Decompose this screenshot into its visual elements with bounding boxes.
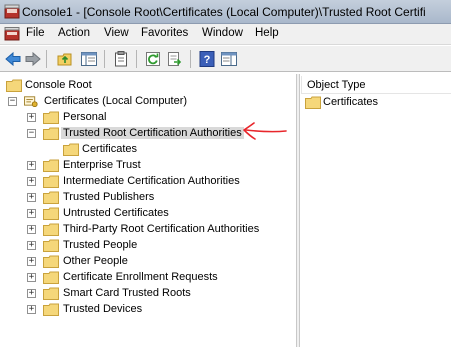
expand-toggle[interactable]: + — [27, 289, 36, 298]
menu-file[interactable]: File — [26, 27, 45, 39]
column-header-label: Object Type — [307, 79, 366, 91]
column-header-object-type[interactable]: Object Type — [301, 76, 451, 94]
folder-icon — [43, 223, 59, 236]
certificate-snapin-icon — [24, 96, 38, 107]
folder-icon — [43, 191, 59, 204]
folder-icon — [43, 111, 59, 124]
expand-toggle[interactable]: + — [27, 193, 36, 202]
expand-toggle[interactable]: + — [27, 241, 36, 250]
tree-label: Trusted People — [63, 239, 138, 251]
expand-toggle[interactable]: + — [27, 113, 36, 122]
expand-toggle[interactable]: + — [27, 305, 36, 314]
tree-label: Certificates (Local Computer) — [44, 95, 188, 107]
menu-help[interactable]: Help — [255, 27, 279, 39]
window-title: Console1 - [Console Root\Certificates (L… — [22, 5, 426, 19]
folder-icon — [43, 207, 59, 220]
expand-toggle[interactable]: + — [27, 209, 36, 218]
console-tree-pane[interactable]: Console Root − Certificates (Local Compu… — [0, 74, 297, 347]
export-list-icon[interactable] — [166, 50, 184, 68]
pane-splitter[interactable] — [297, 74, 300, 347]
annotation-arrow-icon — [243, 122, 287, 140]
clipboard-icon[interactable] — [112, 50, 130, 68]
folder-icon — [43, 127, 59, 140]
folder-icon — [43, 159, 59, 172]
tree-label: Trusted Devices — [63, 303, 143, 315]
folder-icon — [43, 303, 59, 316]
expand-toggle[interactable]: + — [27, 225, 36, 234]
console-window-icon[interactable] — [4, 27, 20, 41]
menu-favorites[interactable]: Favorites — [141, 27, 188, 39]
show-hide-tree-icon[interactable] — [80, 50, 98, 68]
tree-label: Certificates — [82, 143, 138, 155]
help-icon[interactable]: ? — [198, 50, 216, 68]
folder-icon — [43, 271, 59, 284]
folder-icon — [6, 79, 22, 92]
tree-label: Enterprise Trust — [63, 159, 141, 171]
up-folder-icon[interactable] — [56, 50, 74, 68]
tree-label: Untrusted Certificates — [63, 207, 169, 219]
menu-window[interactable]: Window — [202, 27, 243, 39]
folder-icon — [305, 96, 321, 109]
folder-icon — [43, 287, 59, 300]
folder-icon — [43, 175, 59, 188]
collapse-toggle[interactable]: − — [8, 97, 17, 106]
expand-toggle[interactable]: + — [27, 177, 36, 186]
title-bar[interactable]: Console1 - [Console Root\Certificates (L… — [0, 0, 451, 24]
tree-label: Intermediate Certification Authorities — [63, 175, 240, 187]
folder-icon — [43, 239, 59, 252]
expand-toggle[interactable]: + — [27, 257, 36, 266]
menu-bar: File Action View Favorites Window Help — [0, 24, 451, 45]
collapse-toggle[interactable]: − — [27, 129, 36, 138]
refresh-icon[interactable] — [144, 50, 162, 68]
details-pane[interactable] — [301, 74, 451, 347]
tree-label: Third-Party Root Certification Authoriti… — [63, 223, 260, 235]
menu-action[interactable]: Action — [58, 27, 90, 39]
folder-icon — [63, 143, 79, 156]
tree-label: Smart Card Trusted Roots — [63, 287, 191, 299]
expand-toggle[interactable]: + — [27, 273, 36, 282]
back-arrow-icon[interactable] — [4, 50, 22, 68]
mmc-app-icon — [4, 4, 20, 19]
tree-label: Trusted Root Certification Authorities — [61, 127, 244, 139]
tree-label: Trusted Publishers — [63, 191, 155, 203]
tree-label: Other People — [63, 255, 128, 267]
forward-arrow-icon[interactable] — [24, 50, 42, 68]
svg-text:?: ? — [204, 54, 211, 66]
menu-view[interactable]: View — [104, 27, 129, 39]
tree-label: Personal — [63, 111, 107, 123]
tree-label: Certificate Enrollment Requests — [63, 271, 218, 283]
action-pane-icon[interactable] — [220, 50, 238, 68]
toolbar: ? — [0, 46, 451, 72]
expand-toggle[interactable]: + — [27, 161, 36, 170]
tree-label: Console Root — [25, 79, 92, 91]
list-item-label: Certificates — [323, 96, 379, 108]
folder-icon — [43, 255, 59, 268]
